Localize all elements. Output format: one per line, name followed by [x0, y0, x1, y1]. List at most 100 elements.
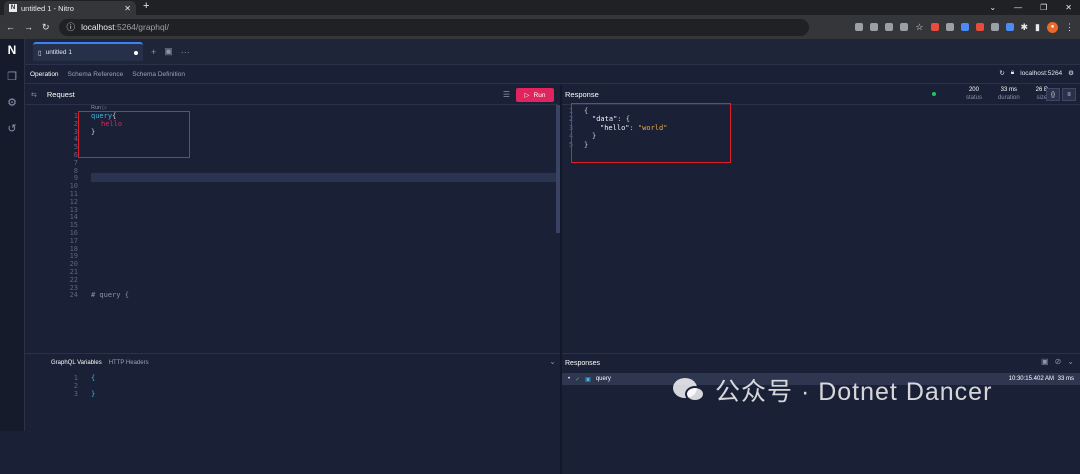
add-tab-icon[interactable]: +	[151, 47, 156, 57]
line-number: 1	[562, 107, 580, 115]
window-controls: ⌄ — ❐ ✕	[989, 0, 1072, 15]
line-number: 5	[25, 144, 78, 152]
save-icon[interactable]: ▣	[164, 46, 173, 57]
refresh-schema-icon[interactable]: ↻	[999, 69, 1004, 77]
request-editor[interactable]: 123456789101112131415161718192021222324 …	[25, 105, 558, 353]
variables-editor[interactable]: { }	[91, 374, 95, 399]
menu-icon[interactable]: ⋮	[1065, 22, 1074, 33]
line-number: 2	[25, 382, 78, 390]
close-window-icon[interactable]: ✕	[1065, 0, 1072, 15]
reload-icon[interactable]: ↻	[42, 22, 50, 33]
extension-icon[interactable]	[1006, 23, 1014, 31]
tab-schema-definition[interactable]: Schema Definition	[132, 71, 185, 78]
extension-icon[interactable]	[961, 23, 969, 31]
close-brace: }	[91, 128, 95, 136]
clear-icon[interactable]: ⊘	[1055, 357, 1062, 366]
json-colon-brace: : {	[617, 115, 630, 123]
extension-icon[interactable]	[946, 23, 954, 31]
list-view-icon[interactable]: ≡	[1062, 88, 1076, 101]
endpoint-label[interactable]: localhost:5264	[1020, 70, 1062, 77]
terminal-icon[interactable]: ▣	[1041, 357, 1049, 366]
tab-operation[interactable]: Operation	[30, 71, 59, 78]
line-number: 5	[562, 141, 580, 149]
variables-tabs: GraphQL Variables HTTP Headers	[25, 354, 560, 372]
json-hello-value: "world"	[638, 124, 668, 132]
line-number: 8	[25, 168, 78, 176]
endpoint-bar: ↻ 🔒︎ localhost:5264 ⚙	[999, 69, 1074, 77]
collapse-chevron-icon[interactable]: ⌄	[549, 357, 556, 366]
profile-avatar[interactable]: ●	[1047, 22, 1058, 33]
play-icon: ▷	[525, 91, 530, 99]
duration-value: 33 ms	[1001, 86, 1017, 94]
history-item-time: 10:30:15.402 AM	[1009, 376, 1054, 382]
settings-gear-icon[interactable]: ⚙	[1068, 69, 1074, 77]
unsaved-dot-icon[interactable]	[134, 51, 138, 55]
more-icon[interactable]: ···	[181, 47, 190, 57]
extension-icon[interactable]	[885, 23, 893, 31]
status-value: 200	[969, 86, 979, 94]
response-title: Response	[565, 90, 599, 99]
address-bar[interactable]: ⓘ localhost:5264/graphql/	[59, 19, 809, 36]
documents-icon[interactable]: ❐	[7, 70, 17, 83]
browser-tab[interactable]: N untitled 1 - Nitro ✕	[4, 1, 136, 15]
line-number: 1	[25, 113, 78, 121]
run-label: Run	[534, 92, 546, 99]
prettify-icon[interactable]: ☰	[503, 90, 510, 99]
responses-title: Responses	[565, 360, 600, 367]
responses-header: Responses ▣ ⊘ ⌄	[562, 354, 1080, 372]
query-type-icon: ▣	[585, 376, 591, 383]
back-icon[interactable]: ←	[6, 22, 15, 32]
response-stats: 200 status 33 ms duration 26 B size	[932, 86, 1048, 102]
forward-icon[interactable]: →	[24, 22, 33, 32]
tab-graphql-variables[interactable]: GraphQL Variables	[51, 360, 102, 366]
nitro-logo: N	[8, 43, 17, 57]
minimize-icon[interactable]: —	[1014, 0, 1022, 15]
history-item-duration: 33 ms	[1058, 376, 1074, 382]
variables-line-numbers: 123	[25, 374, 78, 399]
puzzle-icon[interactable]: ✱	[1021, 22, 1029, 33]
nitro-favicon-icon: N	[9, 4, 17, 12]
restore-icon[interactable]: ❐	[1040, 0, 1047, 15]
bookmark-star-icon[interactable]: ☆	[915, 22, 923, 33]
extension-icon[interactable]	[976, 23, 984, 31]
browser-toolbar: ← → ↻ ⓘ localhost:5264/graphql/ ☆ ✱ ▮ ● …	[0, 15, 1080, 39]
collapse-chevron-icon[interactable]: ⌄	[1067, 357, 1074, 366]
extension-icon[interactable]	[855, 23, 863, 31]
extension-icon[interactable]	[991, 23, 999, 31]
file-icon: ▯	[38, 49, 42, 57]
doc-tab-label: untitled 1	[46, 49, 72, 56]
tab-schema-reference[interactable]: Schema Reference	[68, 71, 124, 78]
close-tab-icon[interactable]: ✕	[124, 4, 131, 13]
bullet-icon: •	[568, 376, 570, 382]
toggle-sidebar-icon[interactable]: ⇆	[31, 91, 37, 99]
status-stat: 200 status	[966, 86, 982, 102]
duration-stat: 33 ms duration	[998, 86, 1020, 102]
variables-close: }	[91, 390, 95, 398]
operation-subnav: Operation Schema Reference Schema Defini…	[25, 65, 1080, 84]
url-host: localhost	[81, 22, 115, 32]
history-item-name: query	[596, 376, 611, 382]
success-check-icon: ✓	[575, 376, 580, 383]
chevron-down-icon[interactable]: ⌄	[989, 0, 996, 15]
extension-icon[interactable]	[900, 23, 908, 31]
new-tab-button[interactable]: +	[143, 0, 149, 12]
browser-tab-title: untitled 1 - Nitro	[21, 4, 74, 13]
json-hello-key: "hello"	[600, 124, 630, 132]
extension-icon[interactable]	[931, 23, 939, 31]
doc-tab-untitled[interactable]: ▯ untitled 1	[33, 42, 143, 61]
response-line-numbers: 12345	[562, 105, 580, 149]
field-hello: hello	[101, 120, 122, 128]
connections-icon[interactable]: ⚙	[7, 96, 17, 109]
run-button[interactable]: ▷ Run	[516, 88, 554, 102]
site-info-icon[interactable]: ⓘ	[67, 21, 76, 33]
json-view-icon[interactable]: {}	[1046, 88, 1060, 101]
query-keyword: query	[91, 112, 112, 120]
line-number: 3	[25, 390, 78, 398]
line-number: 1	[25, 374, 78, 382]
sidebar-icon[interactable]: ▮	[1035, 22, 1040, 33]
tab-http-headers[interactable]: HTTP Headers	[109, 360, 149, 366]
wechat-logo-icon	[673, 376, 707, 404]
variables-open: {	[91, 374, 95, 382]
extension-icon[interactable]	[870, 23, 878, 31]
history-icon[interactable]: ↺	[7, 122, 16, 135]
